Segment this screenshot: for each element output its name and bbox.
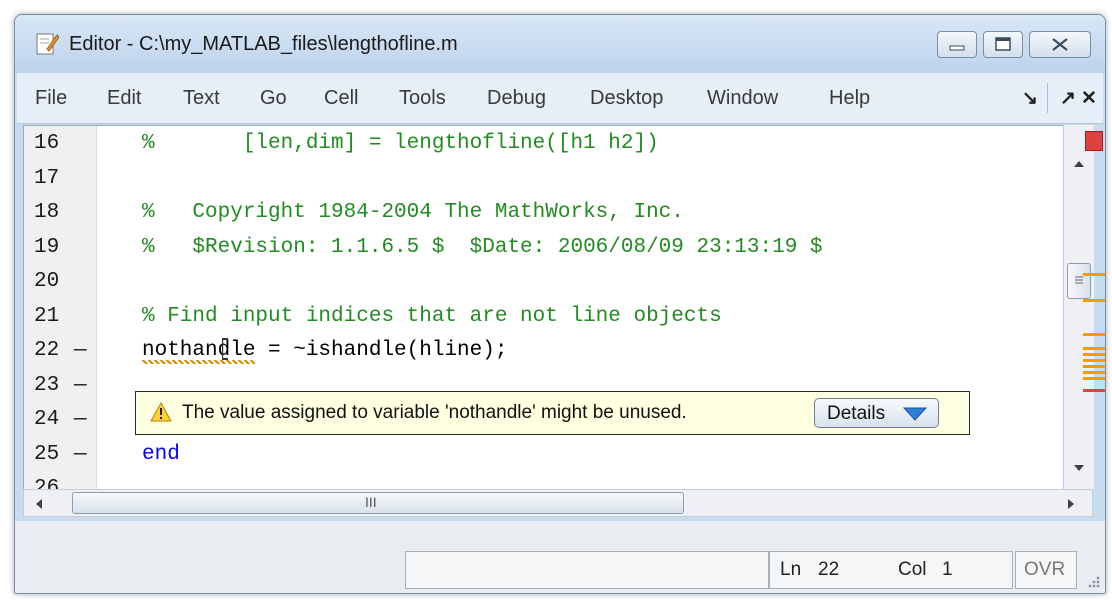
code-line[interactable]: 20	[24, 264, 1064, 300]
warning-mark[interactable]	[1083, 377, 1105, 380]
menu-cell[interactable]: Cell	[324, 87, 358, 110]
warning-mark[interactable]	[1083, 371, 1105, 374]
code-token: % Find input indices that are not line o…	[142, 304, 722, 328]
scroll-left-icon[interactable]	[34, 498, 44, 510]
col-value: 1	[942, 559, 953, 580]
col-label: Col	[898, 559, 927, 580]
status-message-box	[405, 551, 769, 589]
tooltip-message: The value assigned to variable 'nothandl…	[182, 402, 687, 423]
warning-mark[interactable]	[1083, 359, 1105, 362]
code-text: nothandle = ~ishandle(hline);	[142, 339, 508, 364]
code-line[interactable]: 25 — end	[24, 437, 1064, 473]
title-bar[interactable]: Editor - C:\my_MATLAB_files\lengthofline…	[15, 15, 1105, 73]
menu-file[interactable]: File	[35, 87, 67, 110]
code-line[interactable]: 17	[24, 161, 1064, 197]
code-text: % Copyright 1984-2004 The MathWorks, Inc…	[142, 201, 684, 224]
window-title: Editor - C:\my_MATLAB_files\lengthofline…	[69, 33, 458, 55]
code-token: % [len,dim] = lengthofline([h1 h2])	[142, 132, 659, 155]
status-bar: Ln 22 Col 1 OVR	[15, 521, 1105, 593]
code-token: % Copyright 1984-2004 The MathWorks, Inc…	[142, 201, 684, 224]
warning-mark[interactable]	[1083, 333, 1105, 336]
warning-mark[interactable]	[1083, 273, 1105, 276]
scroll-right-icon[interactable]	[1066, 498, 1076, 510]
minimize-button[interactable]	[937, 31, 977, 58]
close-doc-icon[interactable]: ✕	[1081, 87, 1097, 110]
error-mark[interactable]	[1083, 389, 1105, 392]
menu-edit[interactable]: Edit	[107, 87, 141, 110]
code-line[interactable]: 26	[24, 471, 1064, 490]
line-number: 19	[34, 235, 60, 259]
breakpoint-dash[interactable]: —	[74, 408, 87, 431]
flagged-token: nothandle	[142, 339, 256, 364]
code-line[interactable]: 21 % Find input indices that are not line…	[24, 299, 1064, 335]
code-line[interactable]: 16 % [len,dim] = lengthofline([h1 h2])	[24, 126, 1064, 162]
scroll-grip: III	[365, 494, 377, 510]
menu-help[interactable]: Help	[829, 87, 870, 110]
line-number: 22	[34, 339, 60, 362]
editor-window: Editor - C:\my_MATLAB_files\lengthofline…	[14, 14, 1106, 594]
details-button[interactable]: Details	[814, 398, 939, 428]
line-number: 17	[34, 166, 60, 190]
ln-value: 22	[818, 559, 840, 580]
warning-mark[interactable]	[1083, 353, 1105, 356]
line-number: 20	[34, 270, 60, 293]
analyzer-status-square[interactable]	[1085, 131, 1103, 151]
line-number: 18	[34, 201, 60, 224]
menu-bar: File Edit Text Go Cell Tools Debug Deskt…	[17, 73, 1103, 124]
warning-mark[interactable]	[1083, 365, 1105, 368]
resize-grip-icon[interactable]	[1085, 573, 1101, 589]
warning-mark[interactable]	[1083, 347, 1105, 350]
breakpoint-dash[interactable]: —	[74, 443, 87, 466]
ln-label: Ln	[780, 559, 802, 580]
line-number: 16	[34, 132, 60, 155]
breakpoint-dash[interactable]: —	[74, 339, 87, 362]
line-number: 25	[34, 442, 60, 466]
dock-icon[interactable]: ↘	[1022, 87, 1038, 110]
warning-mark[interactable]	[1083, 299, 1105, 302]
maximize-icon	[995, 37, 1011, 51]
code-line[interactable]: 18 % Copyright 1984-2004 The MathWorks, I…	[24, 195, 1064, 231]
menu-separator	[1047, 83, 1048, 113]
code-token: % $Revision: 1.1.6.5 $ $Date: 2006/08/09…	[142, 235, 823, 259]
triangle-down-icon	[902, 407, 928, 421]
breakpoint-dash[interactable]: —	[74, 374, 87, 397]
cursor-position-box: Ln 22 Col 1	[769, 551, 1013, 589]
editor-doc-icon	[36, 33, 59, 55]
menu-tools[interactable]: Tools	[399, 87, 446, 110]
menu-desktop[interactable]: Desktop	[590, 87, 663, 110]
details-label: Details	[827, 403, 886, 424]
horizontal-scroll-thumb[interactable]: III	[72, 492, 684, 514]
menu-debug[interactable]: Debug	[487, 87, 546, 110]
code-text: % $Revision: 1.1.6.5 $ $Date: 2006/08/09…	[142, 236, 823, 259]
code-line[interactable]: 22 — nothandle = ~ishandle(hline);	[24, 333, 1064, 369]
code-text: end	[142, 443, 180, 466]
menu-go[interactable]: Go	[260, 87, 287, 110]
warning-icon	[150, 402, 172, 422]
code-line[interactable]: 19 % $Revision: 1.1.6.5 $ $Date: 2006/08/…	[24, 230, 1064, 266]
minimize-icon	[949, 45, 965, 51]
code-text: % [len,dim] = lengthofline([h1 h2])	[142, 132, 659, 155]
text-cursor-icon	[222, 338, 228, 360]
ovr-label: OVR	[1024, 559, 1066, 580]
menu-text[interactable]: Text	[183, 87, 220, 110]
menu-window[interactable]: Window	[707, 87, 778, 110]
code-analyzer-tooltip: The value assigned to variable 'nothandl…	[135, 391, 970, 435]
ovr-indicator: OVR	[1015, 551, 1077, 589]
undock-icon[interactable]: ↗	[1060, 87, 1076, 110]
line-number: 23	[34, 373, 60, 397]
code-token: = ~ishandle(hline);	[255, 339, 508, 362]
line-number: 21	[34, 304, 60, 328]
code-token: end	[142, 442, 180, 466]
code-text: % Find input indices that are not line o…	[142, 305, 722, 328]
maximize-button[interactable]	[983, 31, 1023, 58]
code-editor[interactable]: 16 % [len,dim] = lengthofline([h1 h2]) 17 1…	[23, 125, 1065, 491]
close-button[interactable]	[1029, 31, 1091, 58]
horizontal-scrollbar[interactable]: III	[23, 489, 1093, 517]
close-icon	[1052, 38, 1068, 51]
analyzer-indicator-bar	[1079, 125, 1105, 489]
line-number: 24	[34, 408, 60, 431]
